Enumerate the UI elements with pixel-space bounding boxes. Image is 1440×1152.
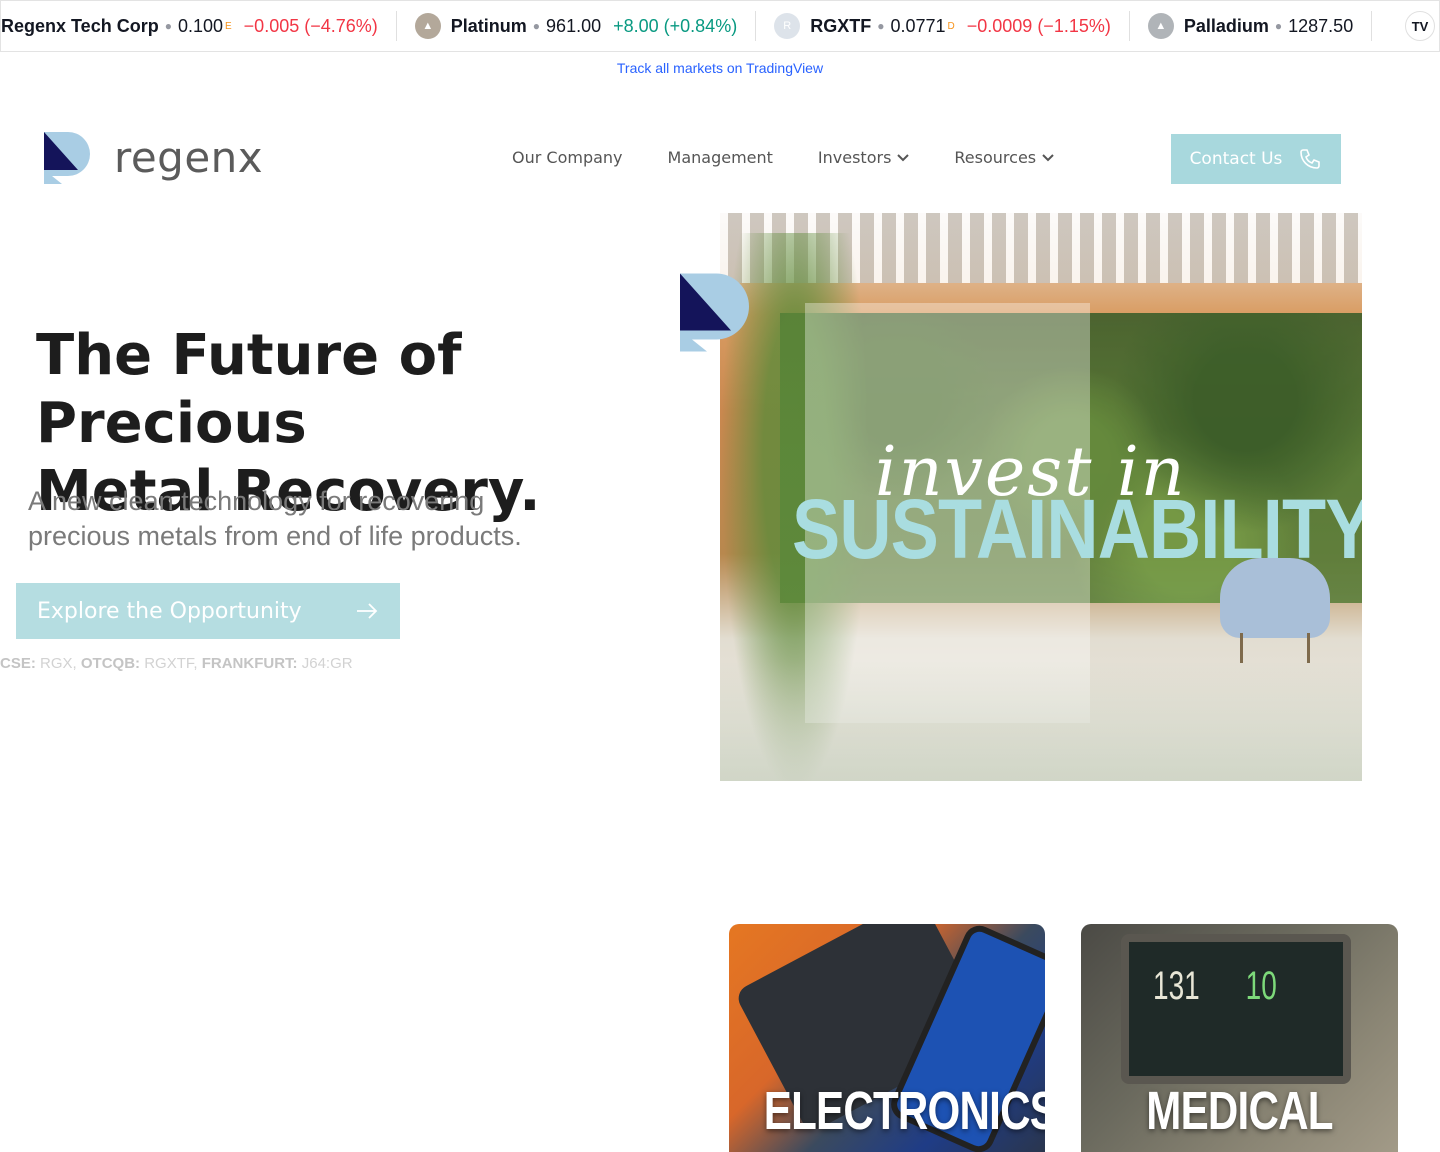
cta-label: Explore the Opportunity xyxy=(37,598,302,624)
nav-label: Our Company xyxy=(512,148,623,167)
floating-logo-icon xyxy=(680,273,749,352)
ticker-price: 0.100 xyxy=(177,15,223,36)
ticker-delay-badge: E xyxy=(225,20,232,32)
medical-monitor-image: 131 10 xyxy=(1121,934,1351,1084)
ticker-item-rgxtf[interactable]: R RGXTF ● 0.0771 D −0.0009 (−1.15%) xyxy=(774,11,1130,41)
phone-icon xyxy=(1300,149,1321,169)
nav-label: Resources xyxy=(954,148,1037,167)
exchange-label: FRANKFURT: xyxy=(201,655,298,672)
contact-us-button[interactable]: Contact Us xyxy=(1171,134,1341,184)
nav-resources[interactable]: Resources xyxy=(954,148,1054,167)
nav-investors[interactable]: Investors xyxy=(817,148,910,167)
tradingview-logo-icon[interactable]: TV xyxy=(1405,11,1435,41)
brand-name: regenx xyxy=(114,132,264,182)
ticker-item-platinum[interactable]: ▲ Platinum ● 961.00 +8.00 (+0.84%) xyxy=(414,11,757,41)
nav-our-company[interactable]: Our Company xyxy=(512,148,623,167)
brand-logo[interactable]: regenx xyxy=(42,130,263,184)
monitor-reading: 10 xyxy=(1245,964,1277,1008)
monitor-reading: 131 xyxy=(1153,964,1200,1008)
explore-opportunity-button[interactable]: Explore the Opportunity xyxy=(16,583,400,639)
nav-label: Management xyxy=(667,148,773,167)
tradingview-link[interactable]: Track all markets on TradingView xyxy=(0,60,1440,76)
ticker-name: Platinum xyxy=(450,15,527,36)
chevron-down-icon xyxy=(897,153,910,161)
nav-label: Investors xyxy=(817,148,892,167)
card-label: ELECTRONICS xyxy=(763,1081,1045,1141)
exchange-symbol: RGX, xyxy=(40,655,77,672)
hero-subtitle-line: A new clean technology for recovering xyxy=(28,486,485,516)
medical-card[interactable]: 131 10 MEDICAL xyxy=(1081,924,1398,1152)
ticker-item-regenx[interactable]: Regenx Tech Corp ● 0.100 E −0.005 (−4.76… xyxy=(1,11,397,41)
ticker-dot: ● xyxy=(877,19,885,33)
nav-management[interactable]: Management xyxy=(668,148,773,167)
ticker-change: +8.00 (+0.84%) xyxy=(613,15,738,36)
main-nav: Our Company Management Investors Resourc… xyxy=(512,148,1054,167)
hero-image: invest in SUSTAINABILITY xyxy=(720,213,1362,781)
ticker-dot: ● xyxy=(1274,19,1283,33)
ticker-delay-badge: D xyxy=(947,20,955,32)
ticker-price: 0.0771 xyxy=(890,15,946,36)
electronics-card[interactable]: ELECTRONICS xyxy=(729,924,1045,1152)
ticker-name: RGXTF xyxy=(810,15,872,36)
chevron-down-icon xyxy=(1042,153,1054,161)
ticker-dot: ● xyxy=(164,19,172,33)
palladium-icon: ▲ xyxy=(1147,13,1174,39)
image-headline: SUSTAINABILITY xyxy=(792,482,1362,576)
exchange-label: CSE: xyxy=(0,655,36,672)
market-ticker: Regenx Tech Corp ● 0.100 E −0.005 (−4.76… xyxy=(0,0,1440,52)
arrow-right-icon xyxy=(357,603,378,619)
contact-label: Contact Us xyxy=(1189,149,1283,169)
ticker-name: Palladium xyxy=(1183,15,1269,36)
exchange-label: OTCQB: xyxy=(80,655,141,672)
ticker-price: 961.00 xyxy=(546,15,602,36)
exchange-symbol: J64:GR xyxy=(301,655,353,672)
rgxtf-icon: R xyxy=(774,13,801,39)
ticker-price: 1287.50 xyxy=(1288,15,1354,36)
stock-listing: CSE: RGX, OTCQB: RGXTF, FRANKFURT: J64:G… xyxy=(0,655,353,672)
regenx-logo-icon xyxy=(44,132,90,184)
ticker-dot: ● xyxy=(532,19,541,33)
exchange-symbol: RGXTF, xyxy=(144,655,198,672)
card-label: MEDICAL xyxy=(1146,1081,1333,1141)
ticker-change: −0.0009 (−1.15%) xyxy=(966,15,1111,36)
ticker-name: Regenx Tech Corp xyxy=(1,15,159,36)
chair-legs xyxy=(1240,633,1310,663)
hero-subtitle: A new clean technology for recovering pr… xyxy=(28,484,588,554)
hero-subtitle-line: precious metals from end of life product… xyxy=(28,521,522,551)
ticker-change: −0.005 (−4.76%) xyxy=(243,15,378,36)
hero-title-line: The Future of Precious xyxy=(36,323,462,456)
platinum-icon: ▲ xyxy=(414,13,441,39)
floor xyxy=(720,661,1362,781)
ticker-item-palladium[interactable]: ▲ Palladium ● 1287.50 xyxy=(1147,11,1373,41)
